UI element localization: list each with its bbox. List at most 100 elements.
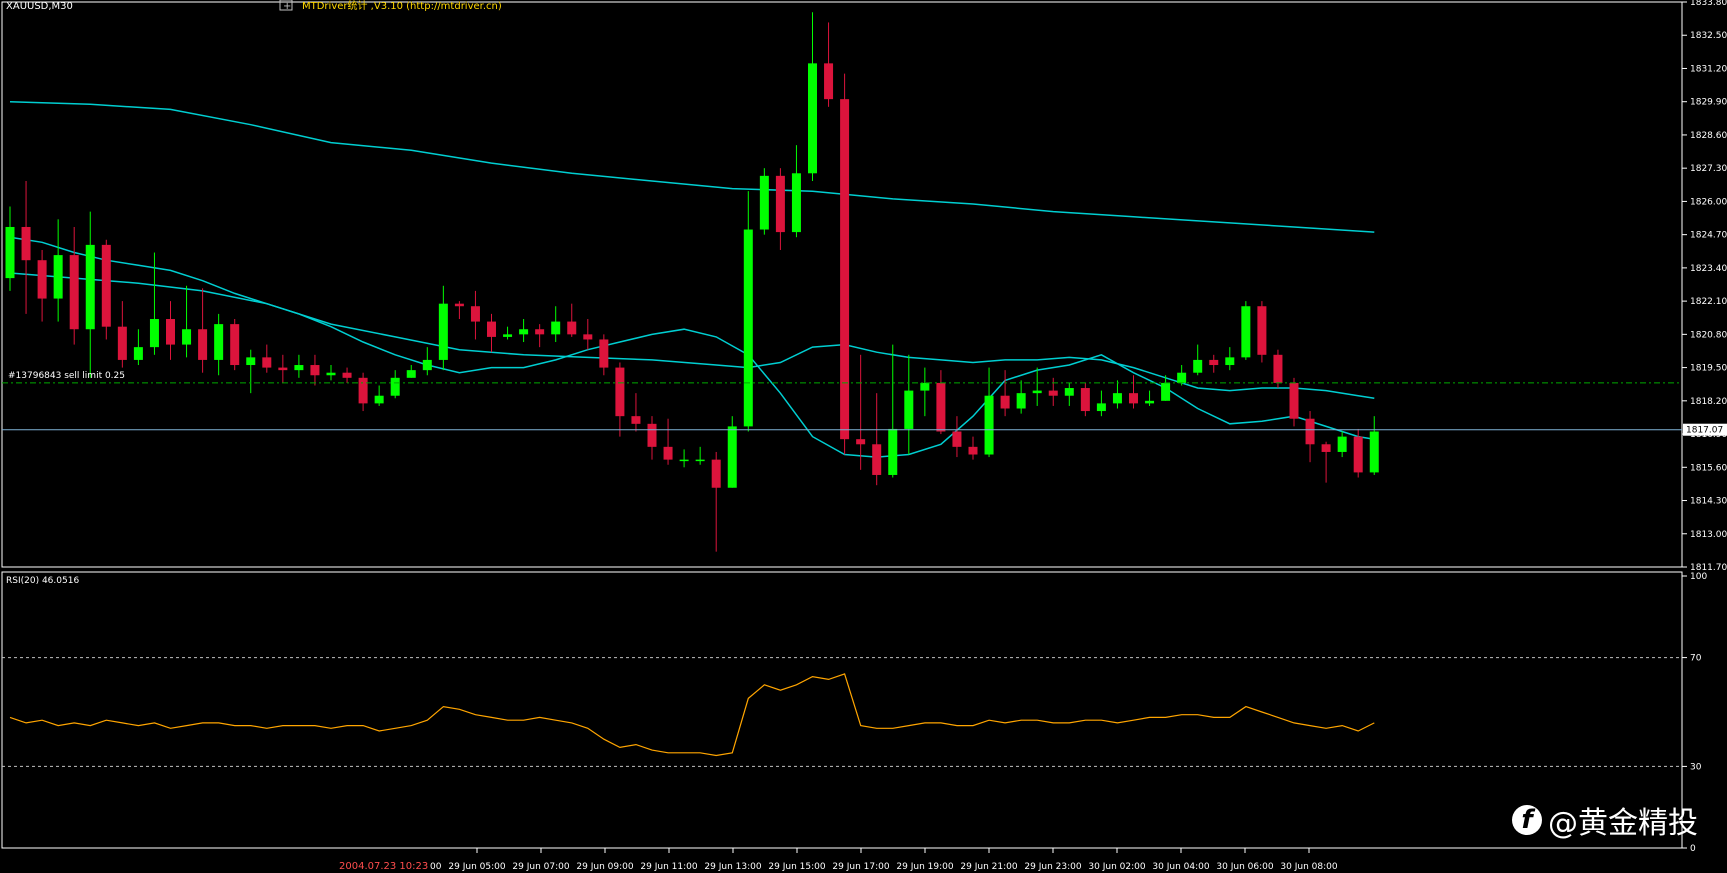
candle	[230, 319, 240, 371]
candle-body	[470, 306, 480, 322]
time-tick-label: 00	[430, 862, 442, 872]
price-tick-label: 1822.10	[1690, 297, 1727, 307]
rsi-tick-label: 30	[1690, 762, 1702, 772]
candle-body	[791, 173, 801, 233]
price-tick-label: 1832.50	[1690, 31, 1727, 41]
time-tick-label: 29 Jun 21:00	[960, 862, 1017, 872]
date-marker: 2004.07.23 10:23	[339, 861, 428, 872]
time-tick-label: 29 Jun 09:00	[576, 862, 633, 872]
candle-body	[1257, 306, 1267, 355]
price-tick-label: 1819.50	[1690, 364, 1727, 374]
candle-body	[1145, 400, 1155, 404]
plugin-label: MTDriver统计 ,V3.10 (http://mtdriver.cn)	[302, 0, 502, 12]
candle	[1273, 349, 1283, 389]
candle-body	[1096, 403, 1106, 412]
candle-body	[198, 329, 208, 360]
candle-body	[1209, 359, 1219, 366]
candle-body	[406, 370, 416, 378]
candle-body	[326, 372, 336, 376]
candle-body	[856, 439, 866, 445]
rsi-tick-label: 70	[1690, 654, 1702, 664]
candle-body	[21, 226, 31, 261]
candle-body	[149, 319, 159, 348]
candle-body	[310, 365, 320, 376]
candle-body	[663, 446, 673, 460]
candle-body	[438, 303, 448, 360]
candle-body	[1112, 393, 1122, 404]
time-tick-label: 30 Jun 02:00	[1088, 862, 1145, 872]
candle-body	[808, 63, 817, 174]
candle	[1241, 301, 1251, 360]
candle-body	[1177, 372, 1187, 383]
candle-body	[872, 444, 882, 475]
candle-body	[824, 63, 834, 100]
time-tick-label: 30 Jun 04:00	[1152, 862, 1209, 872]
price-tick-label: 1820.80	[1690, 330, 1727, 340]
candle-body	[1048, 390, 1058, 396]
candle-body	[840, 99, 850, 440]
watermark-brand: f @黄金精投	[1512, 800, 1698, 841]
time-tick-label: 29 Jun 19:00	[896, 862, 953, 872]
order-label[interactable]: #13796843 sell limit 0.25	[8, 371, 125, 381]
candle-body	[888, 428, 898, 475]
candle-body	[278, 367, 288, 371]
candle-body	[775, 175, 785, 233]
candle-body	[968, 446, 978, 455]
time-tick-label: 29 Jun 15:00	[768, 862, 825, 872]
candle	[759, 168, 769, 235]
candle-body	[422, 359, 432, 371]
candle-body	[1305, 418, 1315, 445]
rsi-label: RSI(20) 46.0516	[6, 576, 79, 586]
time-tick-label: 30 Jun 06:00	[1216, 862, 1273, 872]
price-tick-label: 1833.80	[1690, 0, 1727, 8]
candle-body	[503, 334, 513, 337]
candle-body	[551, 321, 561, 335]
candle-body	[246, 357, 256, 366]
candle-body	[647, 423, 657, 447]
candle-body	[1080, 388, 1090, 412]
current-price-label: 1817.07	[1686, 426, 1723, 436]
price-tick-label: 1818.20	[1690, 397, 1727, 407]
price-tick-label: 1831.20	[1690, 64, 1727, 74]
candle-body	[1161, 382, 1171, 401]
candle-body	[1273, 354, 1283, 383]
candle-body	[1032, 390, 1042, 394]
candle-body	[519, 329, 529, 335]
trading-chart[interactable]: 1833.80 1832.50 1831.20 1829.90 1828.60 1827.…	[0, 0, 1727, 873]
candle-body	[1016, 393, 1026, 409]
candle-body	[390, 377, 400, 396]
candle-body	[1321, 444, 1331, 452]
candle-body	[1193, 359, 1203, 373]
candle-body	[695, 459, 705, 462]
candle-body	[262, 357, 272, 368]
candle-body	[1129, 393, 1138, 404]
plugin-expand-icon: +	[283, 1, 291, 12]
candle-body	[904, 390, 914, 429]
candle-body	[182, 329, 192, 345]
candle-body	[101, 244, 111, 327]
candle-body	[936, 382, 946, 432]
price-tick-label: 1823.40	[1690, 264, 1727, 274]
candle-body	[984, 395, 994, 455]
chart-background	[0, 0, 1727, 873]
candle-body	[679, 459, 689, 462]
candle-body	[294, 365, 304, 371]
candle-body	[599, 339, 609, 368]
price-tick-label: 1815.60	[1690, 463, 1727, 473]
time-tick-label: 29 Jun 07:00	[512, 862, 569, 872]
candle-body	[1369, 431, 1379, 473]
candle-body	[711, 459, 721, 488]
candle-body	[133, 347, 143, 360]
candle-body	[743, 229, 753, 427]
candle-body	[1353, 436, 1363, 473]
price-tick-label: 1814.30	[1690, 497, 1727, 507]
candle-body	[583, 334, 593, 340]
symbol-label: XAUUSD,M30	[6, 1, 73, 12]
price-tick-label: 1826.00	[1690, 197, 1727, 207]
candle-body	[567, 321, 577, 335]
candle	[1257, 301, 1267, 363]
rsi-tick-label: 0	[1690, 844, 1696, 854]
candle-body	[615, 367, 625, 417]
candle-body	[5, 226, 15, 279]
candle-body	[1241, 306, 1251, 358]
